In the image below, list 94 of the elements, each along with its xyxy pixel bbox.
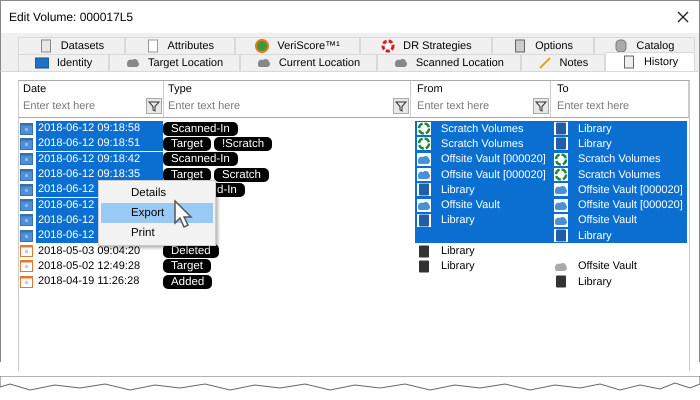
book-icon: [554, 275, 568, 288]
menu-item[interactable]: Export: [101, 203, 213, 223]
column-header[interactable]: Date: [19, 83, 163, 98]
cloud-icon: [417, 168, 431, 182]
cloud-icon: [394, 56, 408, 70]
pencil-icon: [538, 56, 552, 70]
close-icon[interactable]: [677, 11, 689, 23]
tab[interactable]: History: [605, 52, 696, 71]
document-icon: [20, 122, 33, 135]
date-cell-text: 2018-05-02 12:49:28: [37, 258, 142, 274]
location-cell: Scratch Volumes: [578, 153, 661, 166]
filter-icon[interactable]: [146, 98, 162, 114]
cloud-icon: [256, 56, 271, 70]
book-icon: [554, 122, 568, 136]
location-cell: Library: [578, 138, 612, 150]
date-cell: 2018-06-12 09:18:51: [36, 136, 163, 152]
location-cell: Library: [441, 214, 475, 226]
book-icon: [417, 244, 431, 258]
type-tag: Scanned-In: [163, 152, 238, 166]
document-icon: [20, 260, 33, 272]
book-icon: [554, 137, 568, 150]
location-cell: Library: [578, 230, 612, 242]
cloud-icon: [554, 214, 568, 227]
type-tag: Target: [163, 136, 211, 151]
document-icon: [20, 184, 33, 196]
document-icon: [20, 168, 33, 181]
date-cell-text: 2018-05-03 09:04:20: [37, 244, 142, 259]
date-cell: 2018-06-12 09:18:35: [36, 167, 163, 182]
location-cell: Scratch Volumes: [441, 138, 524, 150]
tab[interactable]: Notes: [520, 54, 606, 71]
document-icon: [20, 199, 33, 212]
type-tag: Scratch: [214, 168, 269, 182]
tab[interactable]: DR Strategies: [360, 37, 492, 54]
document-icon: [20, 153, 33, 166]
recycle-icon: [417, 137, 431, 150]
location-cell: Offsite Vault: [578, 214, 637, 226]
tab[interactable]: Scanned Location: [376, 54, 521, 71]
filter-icon[interactable]: [393, 98, 409, 114]
location-cell: Library: [441, 260, 475, 272]
date-cell-text: 2018-04-19 11:26:28: [37, 274, 140, 290]
book-icon: [554, 229, 568, 242]
tab[interactable]: Target Location: [109, 54, 240, 71]
location-cell: Offsite Vault: [441, 199, 500, 212]
cloud-icon: [417, 198, 431, 212]
cloud-icon: [126, 56, 140, 70]
tab[interactable]: Options: [492, 37, 594, 54]
book-icon: [417, 183, 431, 196]
location-cell: Library: [578, 122, 612, 135]
date-cell: 2018-06-12 09:18:58: [36, 121, 163, 136]
recycle-icon: [417, 122, 431, 136]
document-icon: [20, 230, 33, 242]
recycle-icon: [554, 152, 568, 166]
tab[interactable]: Identity: [18, 54, 110, 71]
location-cell: Scratch Volumes: [578, 168, 661, 181]
type-tag: Target: [163, 168, 211, 182]
book-icon: [417, 260, 431, 273]
window-title: Edit Volume: 000017L5: [9, 10, 134, 24]
location-cell: Library: [441, 245, 475, 258]
document-icon: [20, 214, 33, 226]
tab[interactable]: Current Location: [240, 54, 377, 71]
location-cell: Offsite Vault [000020]: [441, 168, 546, 181]
cloud-icon: [554, 183, 568, 196]
globe-icon: [255, 39, 270, 53]
document-icon: [20, 276, 33, 288]
type-tag: Target: [163, 259, 211, 274]
tab[interactable]: Attributes: [124, 37, 235, 54]
cloud-icon: [554, 198, 568, 212]
tab[interactable]: VeriScore™¹: [234, 37, 360, 54]
column-header[interactable]: Type: [164, 83, 410, 98]
location-cell: Offsite Vault: [578, 260, 637, 272]
document-icon: [20, 245, 33, 258]
location-cell: Offsite Vault [000020]: [578, 199, 683, 212]
recycle-icon: [554, 168, 568, 182]
column-header[interactable]: To: [553, 83, 688, 98]
pointer-icon: [173, 199, 195, 229]
database-icon: [614, 39, 628, 53]
filter-icon[interactable]: [533, 98, 549, 114]
location-cell: Scratch Volumes: [441, 122, 524, 135]
column-header[interactable]: From: [413, 83, 550, 98]
cloud-icon: [417, 152, 431, 166]
type-tag: Scanned-In: [163, 122, 238, 136]
ring-icon: [381, 39, 396, 53]
type-tag: !Scratch: [214, 136, 272, 151]
card-icon: [34, 56, 49, 70]
tab[interactable]: Datasets: [18, 37, 125, 54]
location-cell: Offsite Vault [000020]: [441, 153, 546, 166]
location-cell: Library: [441, 184, 475, 196]
book-icon: [417, 214, 431, 227]
type-tag: Added: [163, 274, 212, 289]
document-icon: [20, 138, 33, 150]
page-icon: [38, 39, 53, 53]
location-cell: Offsite Vault [000020]: [578, 184, 683, 196]
location-cell: Library: [578, 276, 612, 288]
date-cell: 2018-06-12 09:18:42: [36, 152, 163, 167]
